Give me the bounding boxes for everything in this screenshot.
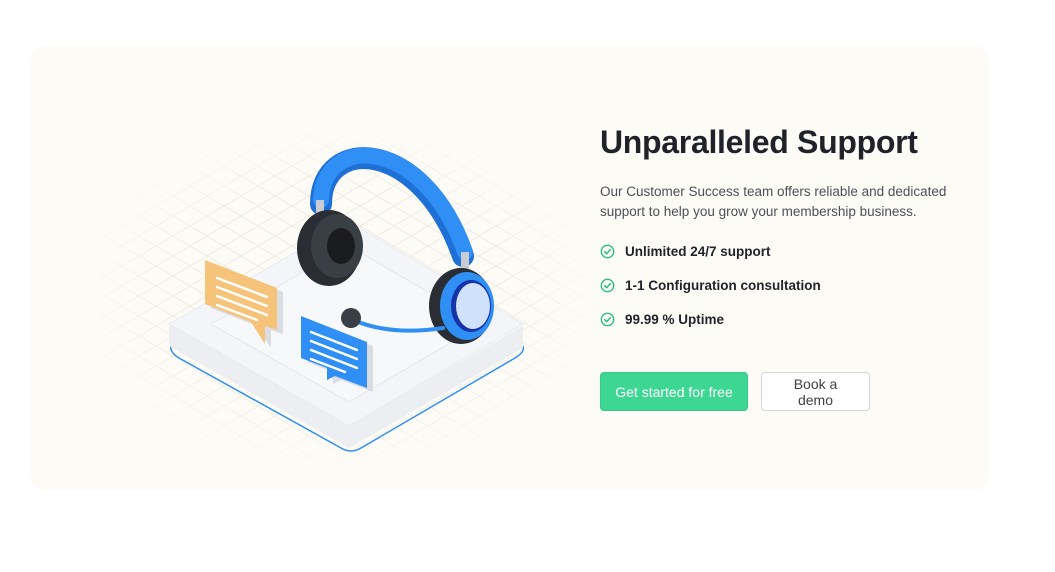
cta-group: Get started for free Book a demo [600,372,870,411]
book-demo-button[interactable]: Book a demo [761,372,870,411]
check-circle-icon [600,312,615,326]
check-circle-icon [600,278,615,292]
support-card: Unparalleled Support Our Customer Succes… [31,46,989,490]
feature-list: Unlimited 24/7 support 1-1 Configuration… [600,234,980,336]
feature-item: Unlimited 24/7 support [600,234,980,268]
headset-support-illustration [71,96,611,476]
feature-label: Unlimited 24/7 support [625,243,771,259]
feature-label: 1-1 Configuration consultation [625,277,821,293]
check-circle-icon [600,244,615,258]
feature-item: 1-1 Configuration consultation [600,268,980,302]
feature-item: 99.99 % Uptime [600,302,980,336]
section-description: Our Customer Success team offers reliabl… [600,184,947,219]
get-started-button[interactable]: Get started for free [600,372,748,411]
support-content: Unparalleled Support Our Customer Succes… [600,122,980,411]
section-title: Unparalleled Support [600,124,918,160]
feature-label: 99.99 % Uptime [625,311,725,327]
